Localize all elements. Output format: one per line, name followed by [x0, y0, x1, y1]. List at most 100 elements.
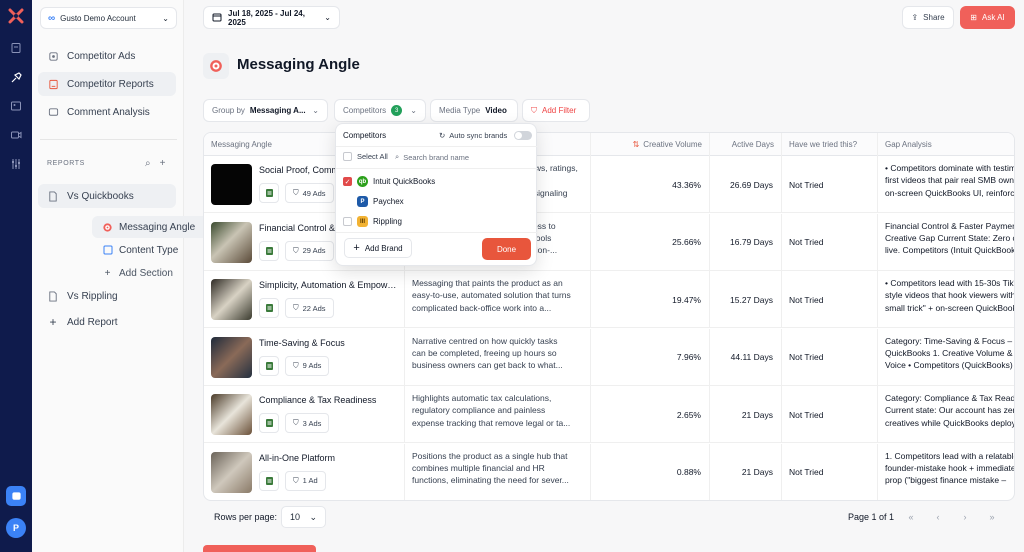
gap-line: • Competitors dominate with testimonial-: [885, 163, 1015, 173]
gap-analysis-text: Category: Time-Saving & Focus – Intuit Q…: [885, 335, 1014, 379]
date-range-picker[interactable]: Jul 18, 2025 - Jul 24, 2025 ⌄: [203, 6, 340, 29]
table-row[interactable]: Compliance & Tax Readiness ⛉ 3 Ads Highli…: [204, 386, 1015, 443]
ads-count-button[interactable]: ⛉ 1 Ad: [285, 470, 326, 491]
nav-competitor-reports[interactable]: Competitor Reports: [38, 72, 176, 96]
media-type-label: Media Type: [439, 106, 481, 115]
plus-icon[interactable]: +: [160, 158, 166, 169]
brand-option-paychex[interactable]: P Paychex: [343, 196, 404, 207]
table-row[interactable]: Time-Saving & Focus ⛉ 9 Ads Narrative cen…: [204, 328, 1014, 386]
sheet-icon[interactable]: [259, 413, 279, 433]
brand-search-input[interactable]: ⌕ Search brand name: [395, 152, 469, 162]
add-brand-button[interactable]: + Add Brand: [344, 238, 412, 258]
cell-active-days: 26.69 Days: [710, 156, 782, 213]
nav-competitor-ads[interactable]: Competitor Ads: [38, 44, 176, 68]
checkbox-checked[interactable]: ✓: [343, 177, 352, 186]
ad-thumbnail[interactable]: [211, 451, 252, 493]
plus-icon: +: [353, 242, 360, 254]
group-by-filter[interactable]: Group by Messaging A... ⌄: [203, 99, 328, 122]
sliders-icon[interactable]: [10, 158, 22, 170]
angle-description: Narrative centred on how quickly tasks c…: [412, 335, 584, 379]
report-vs-rippling[interactable]: Vs Rippling: [38, 284, 176, 308]
ad-thumbnail[interactable]: [211, 221, 252, 263]
competitors-filter[interactable]: Competitors 3 ⌄: [334, 99, 426, 122]
sheet-icon[interactable]: [259, 298, 279, 318]
ad-thumbnail[interactable]: [211, 336, 252, 378]
cell-tried-status: Not Tried: [782, 213, 878, 271]
cell-creative-volume: 2.65%: [591, 386, 710, 443]
ad-thumbnail[interactable]: [211, 394, 252, 435]
ads-count-button[interactable]: ⛉ 3 Ads: [285, 413, 330, 433]
sheet-icon[interactable]: [259, 183, 279, 203]
rocket-icon[interactable]: [10, 72, 22, 84]
description-line: business owners can get back to what...: [412, 360, 563, 371]
ads-count-button[interactable]: ⛉ 22 Ads: [285, 298, 334, 318]
table-row[interactable]: Simplicity, Automation & Empowerment ⛉22…: [204, 271, 1015, 328]
auto-sync-toggle[interactable]: ↻ Auto sync brands: [439, 131, 533, 140]
col-active-days[interactable]: Active Days: [710, 133, 782, 156]
sheet-icon[interactable]: [259, 470, 279, 491]
add-report-button[interactable]: + Add Report: [38, 310, 176, 334]
add-filter-button[interactable]: ⛉ Add Filter: [522, 99, 590, 122]
description-line: expense tracking that remove legal or ta…: [412, 417, 571, 428]
gap-line: live. Competitors (Intuit QuickBooks) ru…: [885, 245, 1015, 256]
ask-ai-label: Ask AI: [982, 13, 1005, 22]
col-gap-analysis[interactable]: Gap Analysis: [878, 133, 1014, 156]
next-page-button[interactable]: ›: [954, 507, 976, 527]
ads-count: 3 Ads: [302, 418, 322, 428]
col-have-we-tried[interactable]: Have we tried this?: [782, 133, 878, 156]
toggle-switch[interactable]: [514, 131, 533, 140]
share-button[interactable]: ⇪ Share: [902, 6, 954, 29]
tag-icon: ⛉: [293, 245, 299, 255]
cell-tried-status: Not Tried: [782, 328, 878, 386]
report-label: Add Report: [67, 316, 118, 328]
media-type-filter[interactable]: Media Type Video: [430, 99, 518, 122]
ads-count-button[interactable]: ⛉ 9 Ads: [285, 355, 330, 376]
gap-line: creatives while QuickBooks deploys a: [885, 417, 1015, 428]
ads-count-button[interactable]: ⛉ 29 Ads: [285, 240, 334, 261]
ads-library-icon[interactable]: [10, 42, 22, 54]
brand-name: Paychex: [373, 197, 404, 206]
user-avatar[interactable]: P: [6, 518, 26, 538]
brand-option-quickbooks[interactable]: ✓ qb Intuit QuickBooks: [343, 176, 435, 187]
report-vs-quickbooks[interactable]: Vs Quickbooks: [38, 184, 176, 208]
ads-count-button[interactable]: ⛉ 49 Ads: [285, 183, 334, 203]
table-row[interactable]: Financial Control & Faster Payments ⛉ 29 …: [204, 213, 1015, 271]
rows-per-page-label: Rows per page:: [214, 512, 278, 522]
app-logo-icon[interactable]: [8, 8, 24, 24]
table-row[interactable]: Social Proof, Community & Trust ⛉ 49 Ads …: [204, 156, 1015, 213]
ask-ai-button[interactable]: ⊞ Ask AI: [960, 6, 1015, 29]
gallery-icon[interactable]: [10, 100, 22, 112]
sheet-icon[interactable]: [259, 240, 279, 261]
sheet-icon[interactable]: [259, 355, 279, 376]
sidebar: ∞ Gusto Demo Account ⌄ Competitor Ads Co…: [32, 0, 208, 552]
account-selector[interactable]: ∞ Gusto Demo Account ⌄: [40, 7, 177, 29]
col-creative-volume[interactable]: ⇅ Creative Volume: [591, 133, 710, 156]
nav-comment-analysis[interactable]: Comment Analysis: [38, 100, 176, 124]
angle-name: Simplicity, Automation & Empowerment: [259, 280, 399, 290]
checkbox[interactable]: [343, 217, 352, 226]
description-line: can be completed, freeing up hours so: [412, 347, 557, 358]
ad-thumbnail[interactable]: [211, 164, 252, 205]
cell-gap-analysis: 1. Competitors lead with a relatable fou…: [878, 444, 1014, 501]
prev-page-button[interactable]: ‹: [927, 507, 949, 527]
nav-label: Competitor Ads: [67, 50, 136, 62]
brand-option-rippling[interactable]: III Rippling: [343, 216, 402, 227]
cell-messaging-angle: Compliance & Tax Readiness ⛉ 3 Ads: [204, 386, 405, 443]
checkbox[interactable]: [343, 152, 352, 161]
cell-messaging-angle: All-in-One Platform ⛉ 1 Ad: [204, 443, 405, 500]
select-all-checkbox[interactable]: Select All: [343, 152, 388, 161]
done-button[interactable]: Done: [482, 238, 531, 260]
gap-line: style videos that hook viewers with "one: [885, 290, 1015, 301]
last-page-button[interactable]: »: [981, 507, 1003, 527]
ad-thumbnail[interactable]: [211, 279, 252, 320]
table-row[interactable]: All-in-One Platform ⛉ 1 Ad Positions the …: [204, 443, 1014, 501]
first-page-button[interactable]: «: [900, 507, 922, 527]
bottom-action-bar[interactable]: [203, 545, 316, 552]
tag-icon: ⛉: [293, 475, 299, 485]
rows-per-page-select[interactable]: 10 ⌄: [281, 506, 326, 528]
chat-icon[interactable]: [6, 486, 26, 506]
target-icon: [102, 222, 113, 233]
video-icon[interactable]: [10, 129, 22, 141]
cell-active-days: 15.27 Days: [710, 271, 782, 328]
search-icon[interactable]: ⌕: [145, 158, 151, 169]
